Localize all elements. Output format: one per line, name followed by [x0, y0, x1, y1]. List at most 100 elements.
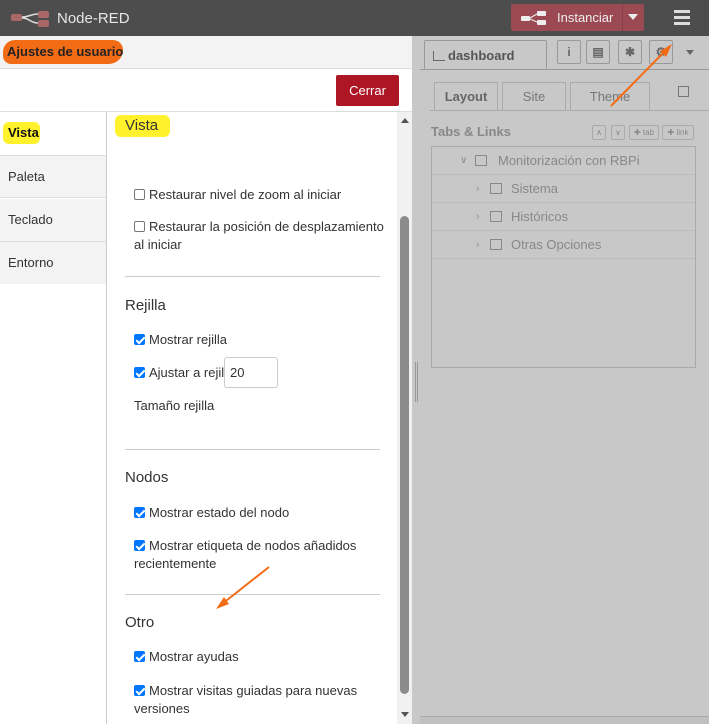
tree-row-root[interactable]: ∨ Monitorización con RBPi [432, 147, 695, 175]
grid-size-label: Tamaño rejilla [134, 398, 215, 413]
checkbox[interactable] [134, 221, 145, 232]
checkbox[interactable] [134, 651, 145, 662]
tree-row-group[interactable]: › Sistema [432, 175, 695, 203]
settings-dialog: Ajustes de usuario Cerrar Vista Paleta T… [0, 36, 412, 724]
move-down-button[interactable]: ∨ [611, 125, 625, 140]
tree-label: Otras Opciones [511, 237, 602, 252]
sidebar-splitter[interactable] [413, 36, 420, 724]
chevron-down-icon[interactable]: ∨ [460, 155, 467, 166]
option-guided-tours[interactable]: Mostrar visitas guiadas para nuevas vers… [134, 682, 384, 718]
deploy-icon [521, 11, 546, 25]
section-divider [125, 594, 380, 595]
tab-label: Paleta [8, 169, 45, 184]
option-node-label[interactable]: Mostrar etiqueta de nodos añadidos recie… [134, 537, 384, 573]
tab-label: Teclado [8, 212, 53, 227]
checkbox[interactable] [134, 367, 145, 378]
tree-label: Históricos [511, 209, 569, 224]
option-label: Mostrar visitas guiadas para nuevas vers… [134, 683, 358, 716]
tree-row-group[interactable]: › Otras Opciones [432, 231, 695, 259]
settings-content: Vista Restaurar nivel de zoom al iniciar… [107, 112, 397, 724]
tab-paleta[interactable]: Paleta [0, 155, 106, 198]
tree-label: Monitorización con RBPi [498, 153, 640, 168]
option-restore-zoom[interactable]: Restaurar nivel de zoom al iniciar [134, 186, 384, 204]
subtab-theme[interactable]: Theme [570, 82, 650, 110]
tab-dashboard-label: dashboard [448, 48, 515, 63]
scroll-down-icon[interactable] [401, 712, 409, 717]
book-icon[interactable]: ▤ [586, 40, 610, 64]
option-label: Restaurar la posición de desplazamiento … [134, 219, 384, 252]
app-header: Node-RED Instanciar [0, 0, 709, 36]
scroll-up-icon[interactable] [401, 118, 409, 123]
grid-size-input[interactable] [224, 357, 278, 388]
option-label: Mostrar ayudas [149, 649, 239, 664]
option-label: Mostrar estado del nodo [149, 505, 290, 520]
chevron-right-icon[interactable]: › [476, 183, 479, 194]
chevron-right-icon[interactable]: › [476, 211, 479, 222]
tab-label: Entorno [8, 255, 54, 270]
node-red-logo-icon [11, 11, 49, 27]
checkbox[interactable] [134, 189, 145, 200]
chart-icon [433, 51, 445, 61]
deploy-button[interactable]: Instanciar [511, 4, 644, 31]
grid-icon [490, 239, 502, 250]
brand-name: Node-RED [57, 10, 130, 27]
add-link-button[interactable]: ✚ link [662, 125, 694, 140]
chevron-right-icon[interactable]: › [476, 239, 479, 250]
section-title-nodos: Nodos [125, 469, 169, 486]
deploy-label: Instanciar [557, 10, 614, 25]
option-label: Ajustar a rejilla [149, 365, 235, 380]
checkbox[interactable] [134, 334, 145, 345]
grid-icon [490, 183, 502, 194]
subtab-site[interactable]: Site [502, 82, 566, 110]
tabs-tree: ∨ Monitorización con RBPi › Sistema › Hi… [431, 146, 696, 368]
content-scrollbar[interactable] [397, 112, 412, 724]
section-divider [125, 276, 380, 277]
grid-icon [490, 211, 502, 222]
tabs-links-title: Tabs & Links [431, 124, 511, 139]
dialog-buttonbar: Cerrar [0, 69, 412, 112]
section-divider [125, 449, 380, 450]
sidebar-footer [420, 716, 709, 724]
splitter-grip[interactable] [415, 362, 418, 402]
hamburger-menu-icon[interactable] [674, 10, 690, 26]
section-title-otro: Otro [125, 614, 155, 631]
subtabs-underline [430, 110, 709, 111]
tree-row-group[interactable]: › Históricos [432, 203, 695, 231]
checkbox[interactable] [134, 507, 145, 518]
tree-label: Sistema [511, 181, 558, 196]
scroll-thumb[interactable] [400, 216, 409, 694]
dialog-title: Ajustes de usuario [7, 44, 124, 59]
sidebar: dashboard i ▤ ✱ ⚙ Layout Site Theme Tabs… [420, 36, 709, 724]
option-node-status[interactable]: Mostrar estado del nodo [134, 504, 384, 522]
info-icon[interactable]: i [557, 40, 581, 64]
move-up-button[interactable]: ∧ [592, 125, 606, 140]
dialog-titlebar: Ajustes de usuario [0, 36, 412, 69]
option-label: Mostrar rejilla [149, 332, 228, 347]
add-tab-button[interactable]: ✚ tab [629, 125, 659, 140]
bug-icon[interactable]: ✱ [618, 40, 642, 64]
section-title-vista: Vista [125, 117, 159, 134]
option-show-tips[interactable]: Mostrar ayudas [134, 648, 384, 666]
checkbox[interactable] [134, 540, 145, 551]
tab-entorno[interactable]: Entorno [0, 242, 106, 285]
tab-label: Vista [8, 125, 39, 140]
checkbox[interactable] [134, 685, 145, 696]
settings-tabs: Vista Paleta Teclado Entorno [0, 112, 107, 724]
sidebar-menu-caret-icon[interactable] [686, 50, 694, 55]
tabs-filler [0, 284, 106, 724]
gear-icon[interactable]: ⚙ [649, 40, 673, 64]
section-title-rejilla: Rejilla [125, 297, 166, 314]
deploy-separator [622, 4, 623, 31]
tab-icon [475, 155, 487, 166]
external-link-icon[interactable] [678, 86, 689, 97]
deploy-caret-icon[interactable] [628, 14, 638, 20]
tab-dashboard[interactable]: dashboard [424, 40, 547, 69]
subtab-layout[interactable]: Layout [434, 82, 498, 110]
option-label: Restaurar nivel de zoom al iniciar [149, 187, 342, 202]
tabs-underline [420, 69, 709, 70]
close-button[interactable]: Cerrar [336, 75, 399, 106]
tab-vista[interactable]: Vista [0, 112, 106, 155]
option-show-grid[interactable]: Mostrar rejilla [134, 331, 384, 349]
option-restore-scroll[interactable]: Restaurar la posición de desplazamiento … [134, 218, 384, 254]
tab-teclado[interactable]: Teclado [0, 199, 106, 242]
